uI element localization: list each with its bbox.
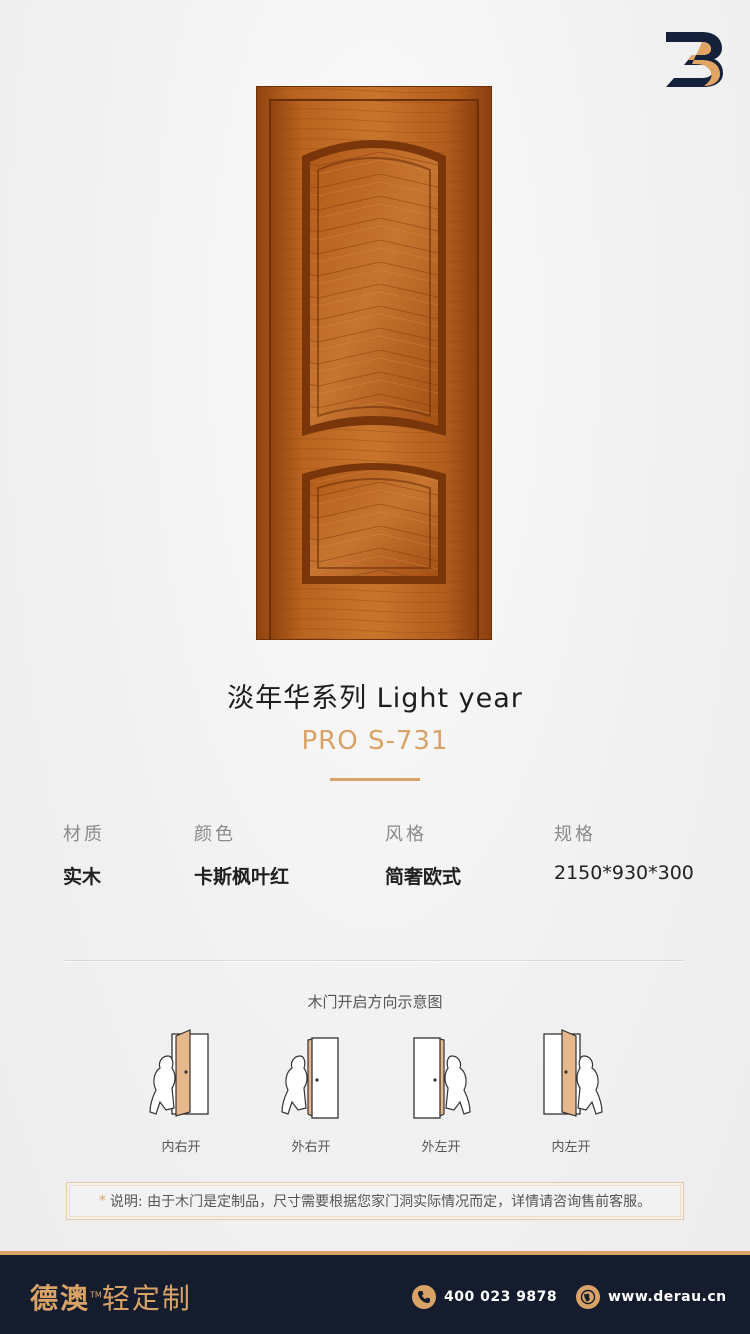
opening-label: 内左开 [551,1140,591,1155]
phone-icon [412,1285,436,1309]
opening-label: 外右开 [291,1140,331,1155]
brand-name: 德澳 [30,1282,91,1315]
footer-brand: 德澳TM轻定制 [30,1277,192,1317]
phone-contact[interactable]: 400 023 9878 [412,1285,557,1309]
spec-value: 2150*930*300 [554,862,694,884]
spec-value: 实木 [63,866,102,888]
spec-color: 颜色 卡斯枫叶红 [194,820,289,889]
spec-label: 材质 [63,824,105,845]
opening-outward-right: 外右开 [276,1028,346,1155]
note-star: * [98,1193,106,1209]
globe-icon [576,1285,600,1309]
spec-material: 材质 实木 [63,820,105,889]
opening-outward-left: 外左开 [406,1028,476,1155]
brand-trademark: TM [90,1290,102,1300]
spec-value: 简奢欧式 [385,866,462,888]
website-link[interactable]: www.derau.cn [576,1285,727,1309]
diagram-title: 木门开启方向示意图 [307,993,443,1011]
model-divider [330,778,420,781]
spec-label: 风格 [385,824,427,845]
section-divider [65,960,685,962]
door-inward-left-icon [536,1028,606,1120]
door-product-image [255,85,493,641]
spec-label: 颜色 [194,824,236,845]
opening-inward-left: 内左开 [536,1028,606,1155]
brand-logo-icon [662,30,724,88]
custom-size-note: * 说明: 由于木门是定制品，尺寸需要根据您家门洞实际情况而定，详情请咨询售前客… [66,1182,684,1220]
brand-tagline: 轻定制 [101,1282,192,1315]
spec-size: 规格 2150*930*300 [554,820,694,884]
door-outward-left-icon [406,1028,476,1120]
series-title: 淡年华系列 Light year [227,683,523,714]
website-url: www.derau.cn [608,1289,727,1305]
opening-label: 内右开 [161,1140,201,1155]
footer-bar: 德澳TM轻定制 400 023 9878 www.derau.cn [0,1251,750,1334]
spec-value: 卡斯枫叶红 [194,866,290,888]
model-number: PRO S-731 [301,726,449,756]
door-outward-right-icon [276,1028,346,1120]
door-inward-right-icon [146,1028,216,1120]
spec-style: 风格 简奢欧式 [385,820,461,889]
opening-inward-right: 内右开 [146,1028,216,1155]
phone-number: 400 023 9878 [444,1289,558,1305]
note-text: 说明: 由于木门是定制品，尺寸需要根据您家门洞实际情况而定，详情请咨询售前客服。 [109,1194,652,1210]
spec-label: 规格 [554,824,596,845]
opening-label: 外左开 [421,1140,461,1155]
